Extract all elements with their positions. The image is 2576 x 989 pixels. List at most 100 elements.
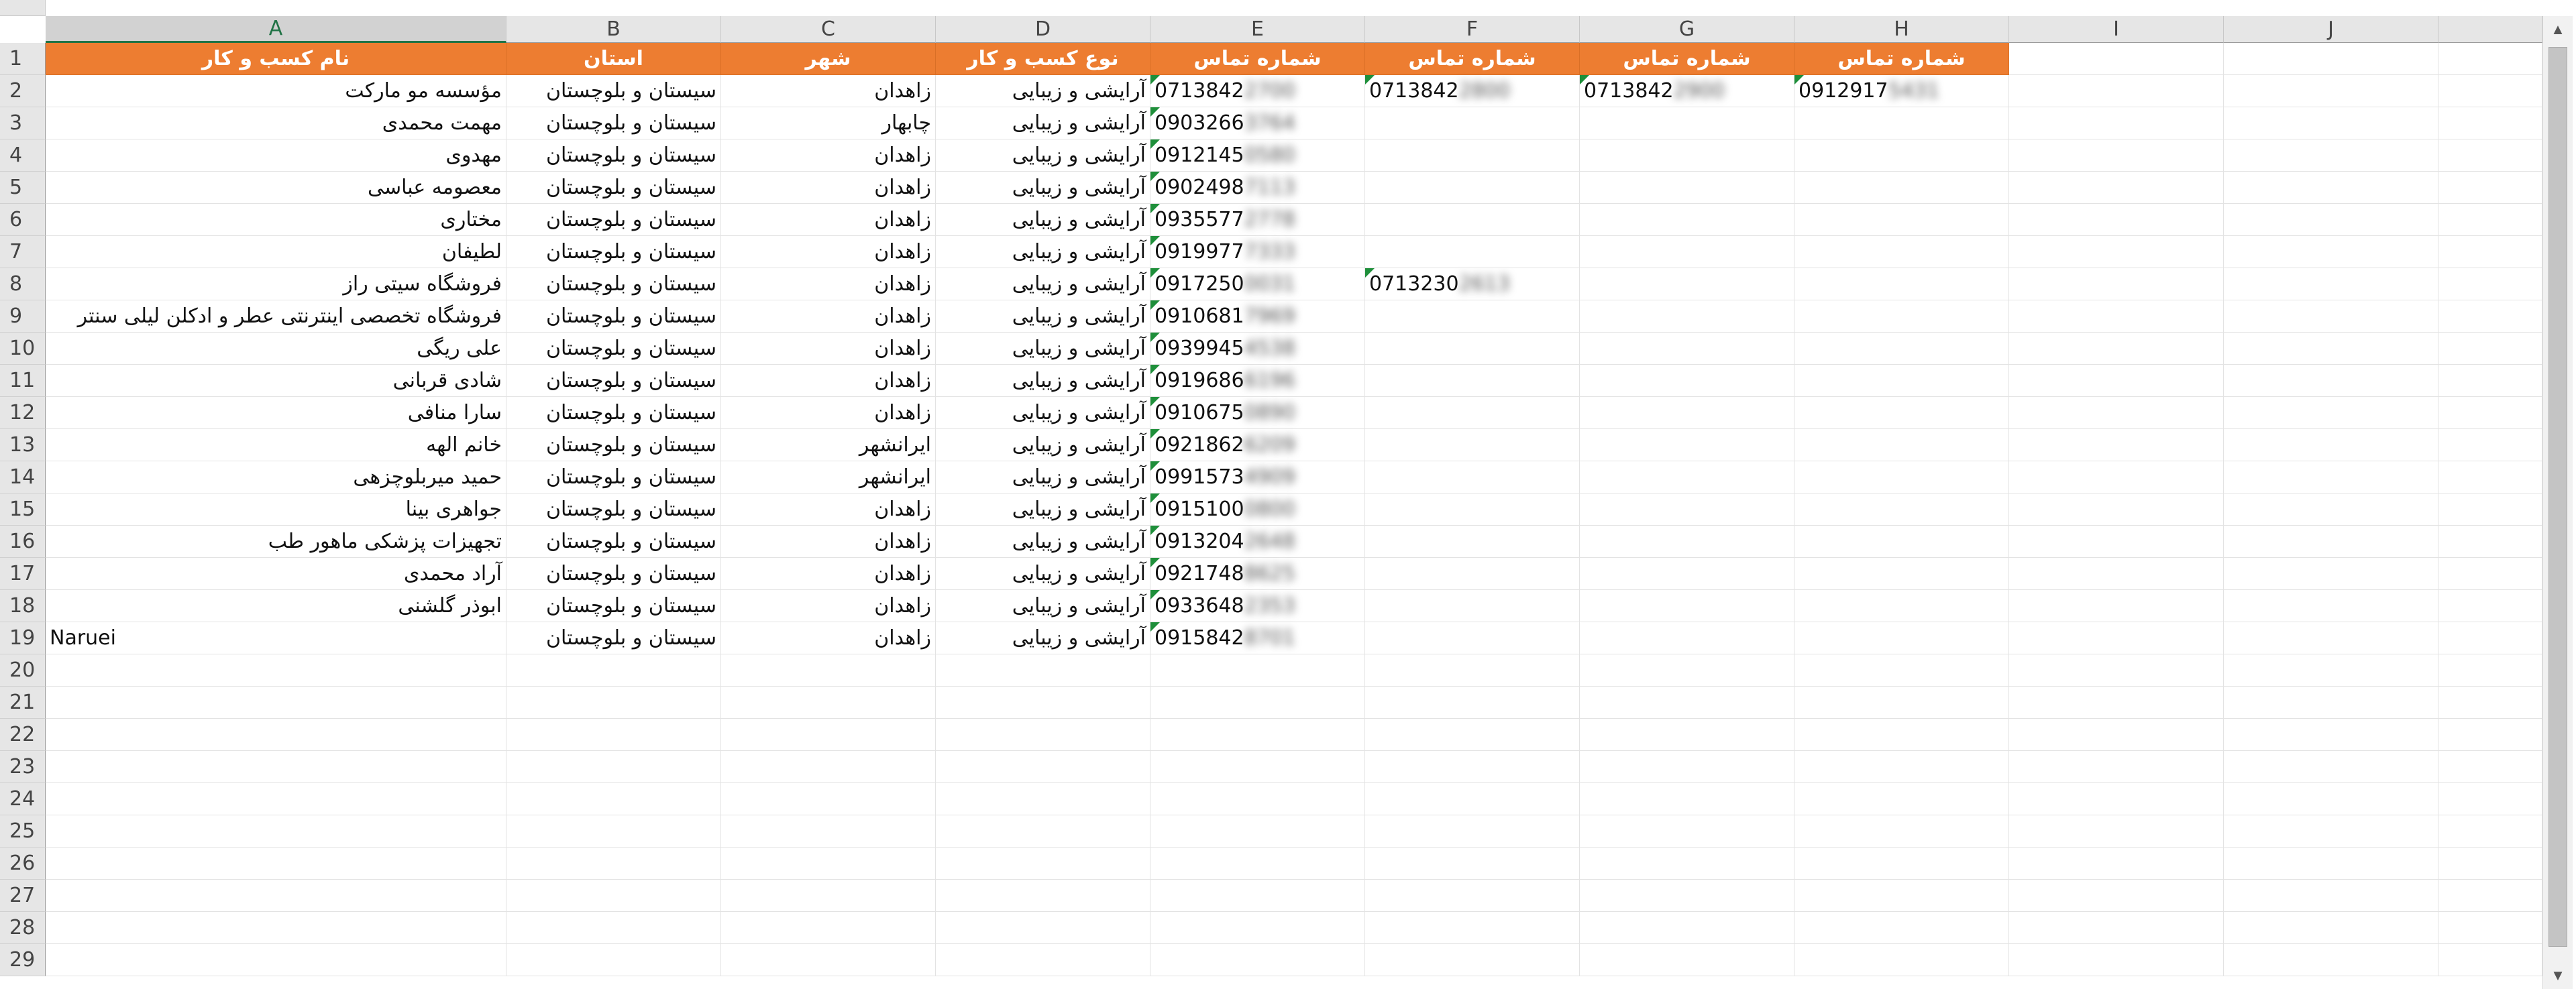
empty-cell[interactable] <box>2438 107 2542 139</box>
empty-cell[interactable] <box>1365 848 1580 880</box>
empty-cell[interactable] <box>2009 719 2224 751</box>
empty-cell[interactable] <box>2009 751 2224 783</box>
row-header-6[interactable]: 6 <box>0 204 46 236</box>
empty-cell[interactable] <box>1365 333 1580 365</box>
empty-cell[interactable] <box>1365 461 1580 493</box>
cell-business-name[interactable]: علی ریگی <box>46 333 506 365</box>
empty-cell[interactable] <box>1580 558 1794 590</box>
row-header-25[interactable]: 25 <box>0 815 46 848</box>
empty-cell[interactable] <box>46 944 506 976</box>
empty-cell[interactable] <box>506 944 721 976</box>
empty-cell[interactable] <box>1794 912 2009 944</box>
empty-cell[interactable] <box>1794 751 2009 783</box>
row-header-24[interactable]: 24 <box>0 783 46 815</box>
cell-city[interactable]: زاهدان <box>721 139 936 172</box>
empty-cell[interactable] <box>1580 815 1794 848</box>
empty-cell[interactable] <box>2009 236 2224 268</box>
empty-cell[interactable] <box>1794 944 2009 976</box>
cell-city[interactable]: زاهدان <box>721 75 936 107</box>
column-header-F[interactable]: F <box>1365 16 1580 43</box>
empty-cell[interactable] <box>936 654 1150 687</box>
empty-cell[interactable] <box>1580 365 1794 397</box>
empty-cell[interactable] <box>1794 397 2009 429</box>
empty-cell[interactable] <box>2438 815 2542 848</box>
cell-business-type[interactable]: آرایشی و زیبایی <box>936 139 1150 172</box>
cell-business-type[interactable]: آرایشی و زیبایی <box>936 107 1150 139</box>
empty-cell[interactable] <box>1150 751 1365 783</box>
empty-cell[interactable] <box>2224 172 2438 204</box>
empty-cell[interactable] <box>936 687 1150 719</box>
cell-phone[interactable]: 0933648 2353 <box>1150 590 1365 622</box>
cell-business-type[interactable]: آرایشی و زیبایی <box>936 429 1150 461</box>
column-header-C[interactable]: C <box>721 16 936 43</box>
empty-cell[interactable] <box>2224 687 2438 719</box>
row-header-15[interactable]: 15 <box>0 493 46 526</box>
column-header-K[interactable] <box>2438 16 2542 43</box>
empty-cell[interactable] <box>1580 880 1794 912</box>
empty-cell[interactable] <box>2224 815 2438 848</box>
cell-phone[interactable]: 0939945 4538 <box>1150 333 1365 365</box>
cell-phone[interactable]: 0915100 0800 <box>1150 493 1365 526</box>
empty-cell[interactable] <box>1794 172 2009 204</box>
empty-cell[interactable] <box>1794 590 2009 622</box>
empty-cell[interactable] <box>2009 75 2224 107</box>
empty-cell[interactable] <box>1580 751 1794 783</box>
empty-cell[interactable] <box>2224 880 2438 912</box>
empty-cell[interactable] <box>1150 783 1365 815</box>
column-header-I[interactable]: I <box>2009 16 2224 43</box>
row-header-16[interactable]: 16 <box>0 526 46 558</box>
empty-cell[interactable] <box>1794 333 2009 365</box>
empty-cell[interactable] <box>721 783 936 815</box>
empty-cell[interactable] <box>46 654 506 687</box>
cell-business-name[interactable]: معصومه عباسی <box>46 172 506 204</box>
cell-city[interactable]: زاهدان <box>721 204 936 236</box>
empty-cell[interactable] <box>1150 880 1365 912</box>
empty-cell[interactable] <box>1365 429 1580 461</box>
empty-cell[interactable] <box>2438 429 2542 461</box>
empty-cell[interactable] <box>2438 139 2542 172</box>
empty-cell[interactable] <box>721 687 936 719</box>
empty-cell[interactable] <box>2438 236 2542 268</box>
row-header-28[interactable]: 28 <box>0 912 46 944</box>
empty-cell[interactable] <box>46 687 506 719</box>
empty-cell[interactable] <box>2224 397 2438 429</box>
empty-cell[interactable] <box>46 783 506 815</box>
cell-phone[interactable]: 0902498 7113 <box>1150 172 1365 204</box>
empty-cell[interactable] <box>1365 654 1580 687</box>
empty-cell[interactable] <box>1580 461 1794 493</box>
empty-cell[interactable] <box>1365 590 1580 622</box>
empty-cell[interactable] <box>2438 300 2542 333</box>
header-cell[interactable]: شماره تماس <box>1794 43 2009 75</box>
empty-cell[interactable] <box>2438 654 2542 687</box>
empty-cell[interactable] <box>1794 300 2009 333</box>
empty-cell[interactable] <box>1580 107 1794 139</box>
cell-city[interactable]: چابهار <box>721 107 936 139</box>
cell-province[interactable]: سیستان و بلوچستان <box>506 429 721 461</box>
empty-cell[interactable] <box>1580 300 1794 333</box>
cell-business-type[interactable]: آرایشی و زیبایی <box>936 558 1150 590</box>
empty-cell[interactable] <box>1580 687 1794 719</box>
cell-city[interactable]: زاهدان <box>721 493 936 526</box>
empty-cell[interactable] <box>721 654 936 687</box>
cell-business-name[interactable]: شادی قربانی <box>46 365 506 397</box>
empty-cell[interactable] <box>2438 333 2542 365</box>
empty-cell[interactable] <box>1365 139 1580 172</box>
column-header-E[interactable]: E <box>1150 16 1365 43</box>
cell-business-name[interactable]: مؤسسه مو مارکت <box>46 75 506 107</box>
empty-cell[interactable] <box>721 880 936 912</box>
empty-cell[interactable] <box>2009 397 2224 429</box>
empty-cell[interactable] <box>2224 912 2438 944</box>
empty-cell[interactable] <box>1365 107 1580 139</box>
empty-cell[interactable] <box>2009 204 2224 236</box>
empty-cell[interactable] <box>506 654 721 687</box>
empty-cell[interactable] <box>1365 397 1580 429</box>
empty-cell[interactable] <box>1794 365 2009 397</box>
cell-city[interactable]: ایرانشهر <box>721 461 936 493</box>
header-cell[interactable]: نام کسب و کار <box>46 43 506 75</box>
cell-business-name[interactable]: مهدوی <box>46 139 506 172</box>
cell-province[interactable]: سیستان و بلوچستان <box>506 139 721 172</box>
empty-cell[interactable] <box>1365 944 1580 976</box>
row-header-13[interactable]: 13 <box>0 429 46 461</box>
empty-cell[interactable] <box>2224 719 2438 751</box>
cell-business-type[interactable]: آرایشی و زیبایی <box>936 172 1150 204</box>
